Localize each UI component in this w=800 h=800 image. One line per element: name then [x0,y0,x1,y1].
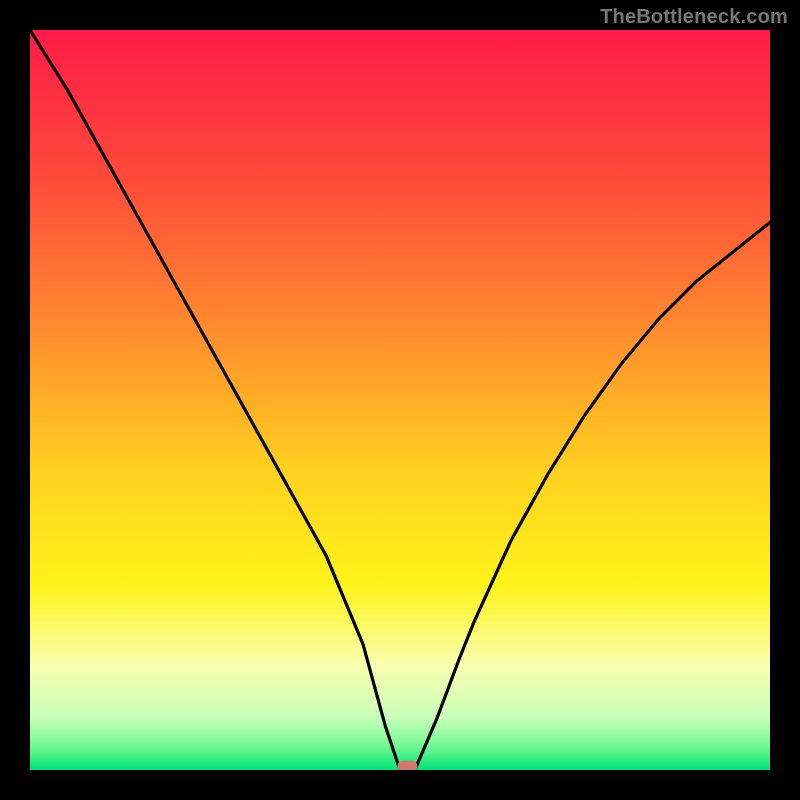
gradient-background [30,30,770,770]
watermark-text: TheBottleneck.com [600,6,788,29]
plot-area [30,30,770,770]
optimum-marker [397,761,417,770]
bottleneck-chart [30,30,770,770]
chart-frame: TheBottleneck.com [0,0,800,800]
